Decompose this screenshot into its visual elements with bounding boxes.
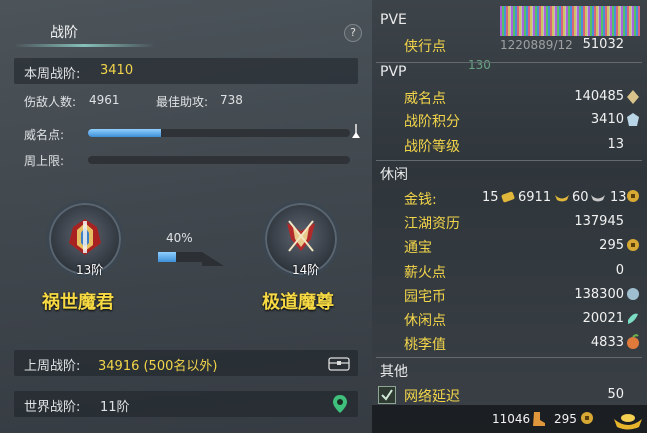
leisure-value-4: 20021 bbox=[582, 311, 624, 326]
pvp-label-0: 威名点 bbox=[404, 91, 446, 107]
pvp-value-0: 140485 bbox=[574, 89, 624, 104]
divider bbox=[376, 62, 642, 63]
section-pvp: PVP bbox=[380, 64, 407, 80]
leisure-value-1: 295 bbox=[599, 238, 624, 253]
last-week-value: 34916 (500名以外) bbox=[98, 359, 218, 374]
next-rank-level: 14阶 bbox=[292, 263, 320, 277]
injured-value: 4961 bbox=[89, 93, 120, 107]
title-decoration bbox=[14, 44, 154, 47]
money-other: 13 bbox=[610, 190, 627, 205]
leisure-label-5: 桃李值 bbox=[404, 337, 446, 353]
pvp-label-1: 战阶积分 bbox=[404, 114, 460, 130]
rank-panel: 战阶 ? 本周战阶: 3410 伤敌人数: 4961 最佳助攻: 738 威名点… bbox=[0, 0, 372, 433]
pve-label-0: 侠行点 bbox=[404, 39, 446, 55]
last-week-row: 上周战阶: 34916 (500名以外) bbox=[14, 350, 358, 376]
world-rank-value: 11阶 bbox=[100, 400, 130, 415]
coin-icon bbox=[627, 190, 639, 202]
house-coin-icon bbox=[627, 288, 639, 300]
leisure-value-0: 137945 bbox=[574, 214, 624, 229]
rank-points-icon bbox=[627, 113, 639, 126]
gold-ingot-icon[interactable] bbox=[612, 407, 644, 431]
currency-panel: 1220889/12 130 PVE 侠行点 51032 PVP 威名点 140… bbox=[372, 0, 647, 433]
week-rank-value: 3410 bbox=[100, 63, 134, 78]
demon-lord-emblem-icon bbox=[69, 219, 101, 255]
weekly-cap-label: 周上限: bbox=[24, 154, 65, 168]
divider bbox=[376, 357, 642, 358]
prestige-bar bbox=[88, 129, 350, 137]
other-value-0: 50 bbox=[607, 387, 624, 402]
location-pin-icon[interactable] bbox=[332, 394, 348, 414]
bottom-coin-icon bbox=[581, 412, 593, 424]
leisure-value-5: 4833 bbox=[590, 335, 624, 350]
prestige-icon bbox=[627, 90, 639, 104]
overlay-text-2: 130 bbox=[468, 58, 491, 72]
silver-ingot-icon bbox=[555, 195, 569, 202]
leisure-value-2: 0 bbox=[615, 263, 624, 278]
money-silver: 6911 bbox=[518, 190, 552, 205]
best-assist-label: 最佳助攻: bbox=[156, 95, 209, 109]
world-rank-row: 世界战阶: 11阶 bbox=[14, 391, 358, 417]
pvp-value-2: 13 bbox=[607, 137, 624, 152]
current-rank-name: 祸世魔君 bbox=[42, 292, 114, 313]
leisure-value-3: 138300 bbox=[574, 287, 624, 302]
leisure-label-3: 园宅币 bbox=[404, 289, 446, 305]
current-rank-level: 13阶 bbox=[76, 263, 104, 277]
pvp-label-2: 战阶等级 bbox=[404, 139, 460, 155]
money-gold: 15 bbox=[482, 190, 499, 205]
help-button[interactable]: ? bbox=[344, 24, 362, 42]
tongbao-coin-icon bbox=[627, 239, 639, 251]
injured-label: 伤敌人数: bbox=[24, 95, 77, 109]
leisure-label-1: 通宝 bbox=[404, 240, 432, 256]
best-assist-value: 738 bbox=[220, 93, 243, 107]
network-latency-checkbox[interactable] bbox=[378, 386, 396, 404]
weekly-cap-bar bbox=[88, 156, 350, 164]
section-leisure: 休闲 bbox=[380, 167, 408, 183]
checkmark-icon bbox=[381, 389, 393, 401]
gold-ingot-icon bbox=[501, 191, 515, 203]
money-copper: 60 bbox=[572, 190, 589, 205]
leisure-point-icon bbox=[628, 313, 638, 324]
leisure-label-4: 休闲点 bbox=[404, 313, 446, 329]
pve-value-0: 51032 bbox=[582, 37, 624, 52]
panel-header: 战阶 ? bbox=[0, 14, 372, 48]
panel-title: 战阶 bbox=[50, 25, 78, 41]
bottom-currency-bar: 11046 295 bbox=[372, 405, 647, 433]
last-week-label: 上周战阶: bbox=[24, 359, 81, 374]
cap-marker-icon bbox=[352, 124, 360, 138]
world-rank-label: 世界战阶: bbox=[24, 400, 81, 415]
section-other: 其他 bbox=[380, 364, 408, 380]
week-rank-row: 本周战阶: 3410 bbox=[14, 58, 358, 84]
next-rank-name: 极道魔尊 bbox=[262, 292, 334, 313]
bottom-value-2: 295 bbox=[554, 412, 577, 426]
week-rank-label: 本周战阶: bbox=[24, 67, 81, 82]
next-rank-emblem[interactable]: 14阶 bbox=[262, 200, 340, 278]
boot-icon bbox=[533, 412, 545, 426]
prestige-label: 威名点: bbox=[24, 128, 65, 142]
prestige-bar-fill bbox=[88, 129, 162, 137]
copper-ingot-icon bbox=[591, 195, 605, 202]
money-label: 金钱: bbox=[404, 192, 437, 208]
peach-icon bbox=[627, 334, 639, 349]
other-label-0: 网络延迟 bbox=[404, 389, 460, 405]
scene-background-strip bbox=[500, 6, 640, 36]
chest-icon[interactable] bbox=[328, 355, 350, 371]
demon-supreme-emblem-icon bbox=[287, 220, 315, 252]
progress-arrow-icon bbox=[202, 252, 224, 266]
bottom-value-1: 11046 bbox=[492, 412, 531, 426]
leisure-label-2: 薪火点 bbox=[404, 265, 446, 281]
section-pve: PVE bbox=[380, 12, 407, 28]
pvp-value-1: 3410 bbox=[590, 112, 624, 127]
leisure-label-0: 江湖资历 bbox=[404, 216, 460, 232]
divider bbox=[376, 160, 642, 161]
current-rank-emblem[interactable]: 13阶 bbox=[46, 200, 124, 278]
